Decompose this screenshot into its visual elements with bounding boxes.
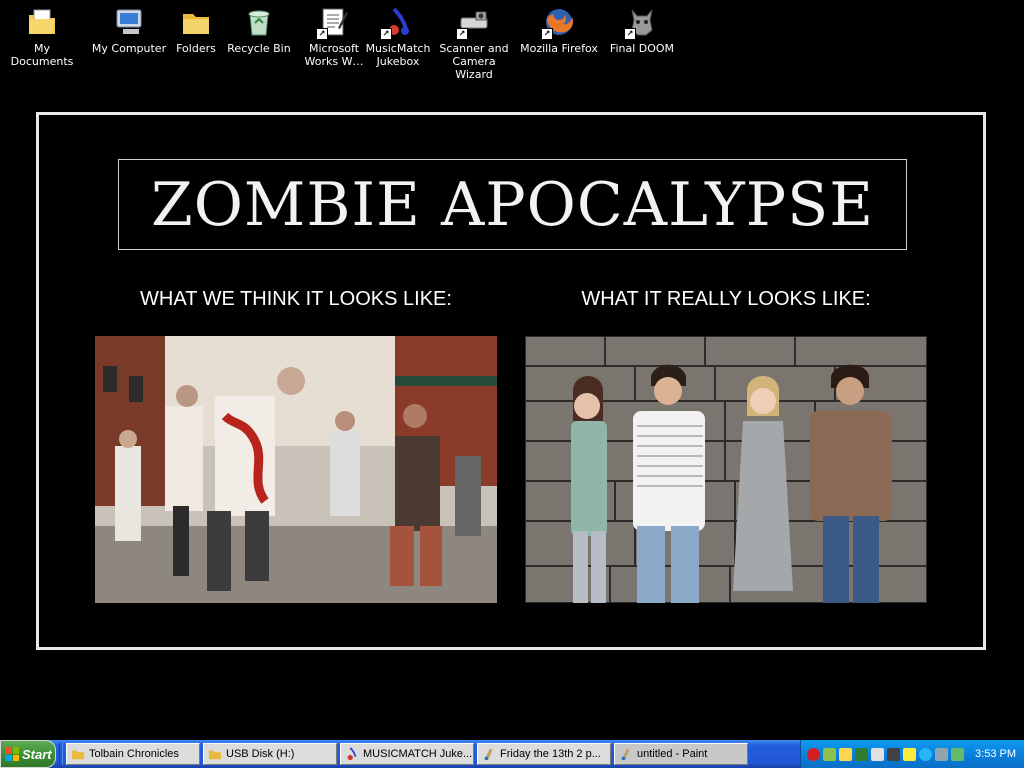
start-label: Start <box>22 746 52 762</box>
tool-icon[interactable] <box>887 747 901 761</box>
scanner-icon: ↗ <box>456 6 490 40</box>
security-shield-icon[interactable] <box>839 747 853 761</box>
desktop-icon-final-doom[interactable]: ↗ Final DOOM <box>602 6 682 55</box>
right-caption: WHAT IT REALLY LOOKS LIKE: <box>581 288 871 310</box>
task-label: untitled - Paint <box>637 748 708 760</box>
taskbar-separator <box>59 743 63 765</box>
task-label: Friday the 13th 2 p... <box>500 748 601 760</box>
shortcut-arrow-icon: ↗ <box>380 28 392 40</box>
task-label: MUSICMATCH Juke... <box>363 748 473 760</box>
paint-icon <box>484 748 493 761</box>
update-icon[interactable] <box>855 747 869 761</box>
my-computer-icon <box>113 6 145 38</box>
desktop-icon-firefox[interactable]: ↗ Mozilla Firefox <box>519 6 599 55</box>
firefox-icon: ↗ <box>541 6 575 40</box>
zombie-crowd-photo <box>95 336 497 603</box>
system-tray: 3:53 PM <box>800 740 1024 768</box>
task-friday-the-13th[interactable]: Friday the 13th 2 p... <box>477 743 611 765</box>
keyboard-icon[interactable] <box>871 747 885 761</box>
desktop-icon-label: Mozilla Firefox <box>520 42 598 55</box>
taskbar: Start Tolbain Chronicles USB Disk (H:) M… <box>0 740 1024 768</box>
recycle-bin-icon <box>243 6 275 38</box>
my-documents-icon <box>26 6 58 38</box>
poster: ZOMBIE APOCALYPSE WHAT WE THINK IT LOOKS… <box>36 112 986 650</box>
works-icon: ↗ <box>316 6 350 40</box>
display-icon[interactable] <box>951 747 965 761</box>
shortcut-arrow-icon: ↗ <box>541 28 553 40</box>
task-tolbain-chronicles[interactable]: Tolbain Chronicles <box>66 743 200 765</box>
task-usb-disk[interactable]: USB Disk (H:) <box>203 743 337 765</box>
task-label: Tolbain Chronicles <box>89 748 179 760</box>
shortcut-arrow-icon: ↗ <box>456 28 468 40</box>
desktop-icon-my-documents[interactable]: My Documents <box>2 6 82 68</box>
poster-title: ZOMBIE APOCALYPSE <box>151 169 874 240</box>
desktop-icon-recycle-bin[interactable]: Recycle Bin <box>219 6 299 55</box>
folder-icon <box>208 750 222 760</box>
shortcut-arrow-icon: ↗ <box>624 28 636 40</box>
desktop-icon-musicmatch[interactable]: ↗ MusicMatch Jukebox <box>358 6 438 68</box>
desktop-icon-label: Final DOOM <box>609 42 675 55</box>
task-label: USB Disk (H:) <box>226 748 295 760</box>
doom-icon: ↗ <box>624 6 658 40</box>
left-caption: WHAT WE THINK IT LOOKS LIKE: <box>140 288 452 310</box>
notification-icon[interactable] <box>903 747 917 761</box>
poster-title-box: ZOMBIE APOCALYPSE <box>118 159 907 250</box>
volume-icon[interactable] <box>935 747 949 761</box>
shortcut-arrow-icon: ↗ <box>316 28 328 40</box>
desktop-icon-label: MusicMatch Jukebox <box>365 42 431 68</box>
desktop-icon-label: My Documents <box>10 42 74 68</box>
desktop-icon-scanner-wizard[interactable]: ↗ Scanner and Camera Wizard <box>434 6 514 81</box>
paint-icon <box>621 748 630 761</box>
clock[interactable]: 3:53 PM <box>975 748 1016 760</box>
desktop-icon-label: Recycle Bin <box>227 42 291 55</box>
messenger-icon[interactable] <box>919 747 933 761</box>
network-icon[interactable] <box>823 747 837 761</box>
task-untitled-paint[interactable]: untitled - Paint <box>614 743 748 765</box>
desktop-icon-label: Scanner and Camera Wizard <box>439 42 509 81</box>
musicmatch-icon: ↗ <box>380 6 414 40</box>
musicmatch-icon <box>347 747 357 761</box>
folder-icon <box>71 750 85 760</box>
windows-flag-icon <box>5 747 19 761</box>
task-musicmatch[interactable]: MUSICMATCH Juke... <box>340 743 474 765</box>
antivirus-icon[interactable] <box>807 747 821 761</box>
start-button[interactable]: Start <box>0 740 56 768</box>
folder-icon <box>180 6 212 38</box>
phone-users-photo <box>525 336 927 603</box>
